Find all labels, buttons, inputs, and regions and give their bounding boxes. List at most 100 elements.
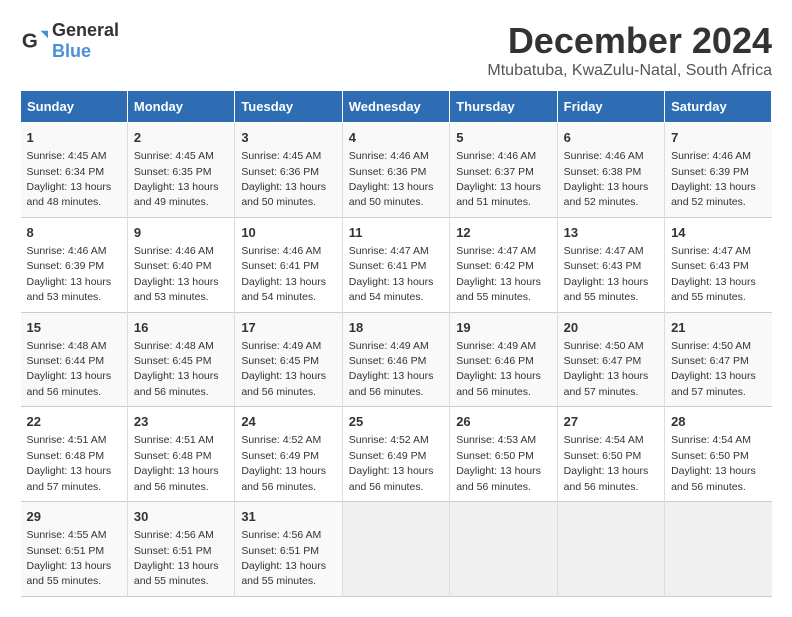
day-number: 31 bbox=[241, 508, 335, 526]
header: G General Blue December 2024 Mtubatuba, … bbox=[20, 20, 772, 80]
header-thursday: Thursday bbox=[450, 91, 557, 123]
week-row-1: 1 Sunrise: 4:45 AMSunset: 6:34 PMDayligh… bbox=[21, 123, 772, 218]
logo-icon: G bbox=[20, 27, 48, 55]
day-number: 13 bbox=[564, 224, 658, 242]
day-info: Sunrise: 4:51 AMSunset: 6:48 PMDaylight:… bbox=[27, 434, 112, 492]
day-info: Sunrise: 4:45 AMSunset: 6:34 PMDaylight:… bbox=[27, 150, 112, 208]
day-info: Sunrise: 4:46 AMSunset: 6:38 PMDaylight:… bbox=[564, 150, 649, 208]
day-number: 20 bbox=[564, 319, 658, 337]
calendar-cell: 6 Sunrise: 4:46 AMSunset: 6:38 PMDayligh… bbox=[557, 123, 664, 218]
day-number: 6 bbox=[564, 129, 658, 147]
day-number: 5 bbox=[456, 129, 550, 147]
day-info: Sunrise: 4:46 AMSunset: 6:36 PMDaylight:… bbox=[349, 150, 434, 208]
calendar-cell: 19 Sunrise: 4:49 AMSunset: 6:46 PMDaylig… bbox=[450, 312, 557, 407]
calendar-cell bbox=[342, 502, 449, 597]
day-number: 15 bbox=[27, 319, 121, 337]
day-info: Sunrise: 4:46 AMSunset: 6:41 PMDaylight:… bbox=[241, 245, 326, 303]
day-info: Sunrise: 4:49 AMSunset: 6:46 PMDaylight:… bbox=[456, 340, 541, 398]
day-number: 16 bbox=[134, 319, 228, 337]
calendar-cell: 1 Sunrise: 4:45 AMSunset: 6:34 PMDayligh… bbox=[21, 123, 128, 218]
day-number: 28 bbox=[671, 413, 765, 431]
day-number: 23 bbox=[134, 413, 228, 431]
day-info: Sunrise: 4:50 AMSunset: 6:47 PMDaylight:… bbox=[671, 340, 756, 398]
calendar-cell: 26 Sunrise: 4:53 AMSunset: 6:50 PMDaylig… bbox=[450, 407, 557, 502]
calendar-cell bbox=[557, 502, 664, 597]
logo: G General Blue bbox=[20, 20, 119, 62]
day-info: Sunrise: 4:47 AMSunset: 6:43 PMDaylight:… bbox=[671, 245, 756, 303]
calendar-cell: 24 Sunrise: 4:52 AMSunset: 6:49 PMDaylig… bbox=[235, 407, 342, 502]
calendar-cell: 12 Sunrise: 4:47 AMSunset: 6:42 PMDaylig… bbox=[450, 217, 557, 312]
day-info: Sunrise: 4:51 AMSunset: 6:48 PMDaylight:… bbox=[134, 434, 219, 492]
week-row-5: 29 Sunrise: 4:55 AMSunset: 6:51 PMDaylig… bbox=[21, 502, 772, 597]
day-number: 29 bbox=[27, 508, 121, 526]
day-info: Sunrise: 4:45 AMSunset: 6:36 PMDaylight:… bbox=[241, 150, 326, 208]
day-number: 8 bbox=[27, 224, 121, 242]
calendar-cell: 4 Sunrise: 4:46 AMSunset: 6:36 PMDayligh… bbox=[342, 123, 449, 218]
day-number: 3 bbox=[241, 129, 335, 147]
title-section: December 2024 Mtubatuba, KwaZulu-Natal, … bbox=[487, 20, 772, 80]
calendar-cell: 21 Sunrise: 4:50 AMSunset: 6:47 PMDaylig… bbox=[665, 312, 772, 407]
day-info: Sunrise: 4:47 AMSunset: 6:42 PMDaylight:… bbox=[456, 245, 541, 303]
header-monday: Monday bbox=[127, 91, 234, 123]
header-tuesday: Tuesday bbox=[235, 91, 342, 123]
calendar-cell: 2 Sunrise: 4:45 AMSunset: 6:35 PMDayligh… bbox=[127, 123, 234, 218]
header-friday: Friday bbox=[557, 91, 664, 123]
calendar-cell: 25 Sunrise: 4:52 AMSunset: 6:49 PMDaylig… bbox=[342, 407, 449, 502]
day-number: 27 bbox=[564, 413, 658, 431]
subtitle: Mtubatuba, KwaZulu-Natal, South Africa bbox=[487, 62, 772, 80]
week-row-4: 22 Sunrise: 4:51 AMSunset: 6:48 PMDaylig… bbox=[21, 407, 772, 502]
day-number: 11 bbox=[349, 224, 443, 242]
day-info: Sunrise: 4:54 AMSunset: 6:50 PMDaylight:… bbox=[564, 434, 649, 492]
calendar-cell: 13 Sunrise: 4:47 AMSunset: 6:43 PMDaylig… bbox=[557, 217, 664, 312]
calendar-cell: 28 Sunrise: 4:54 AMSunset: 6:50 PMDaylig… bbox=[665, 407, 772, 502]
calendar-cell: 22 Sunrise: 4:51 AMSunset: 6:48 PMDaylig… bbox=[21, 407, 128, 502]
logo-general: General bbox=[52, 20, 119, 40]
calendar-cell: 10 Sunrise: 4:46 AMSunset: 6:41 PMDaylig… bbox=[235, 217, 342, 312]
day-info: Sunrise: 4:55 AMSunset: 6:51 PMDaylight:… bbox=[27, 529, 112, 587]
day-info: Sunrise: 4:46 AMSunset: 6:37 PMDaylight:… bbox=[456, 150, 541, 208]
header-saturday: Saturday bbox=[665, 91, 772, 123]
header-sunday: Sunday bbox=[21, 91, 128, 123]
day-info: Sunrise: 4:49 AMSunset: 6:45 PMDaylight:… bbox=[241, 340, 326, 398]
day-number: 24 bbox=[241, 413, 335, 431]
day-info: Sunrise: 4:46 AMSunset: 6:39 PMDaylight:… bbox=[671, 150, 756, 208]
calendar-cell: 9 Sunrise: 4:46 AMSunset: 6:40 PMDayligh… bbox=[127, 217, 234, 312]
day-number: 25 bbox=[349, 413, 443, 431]
calendar-cell: 8 Sunrise: 4:46 AMSunset: 6:39 PMDayligh… bbox=[21, 217, 128, 312]
day-number: 4 bbox=[349, 129, 443, 147]
day-info: Sunrise: 4:48 AMSunset: 6:45 PMDaylight:… bbox=[134, 340, 219, 398]
calendar-cell: 5 Sunrise: 4:46 AMSunset: 6:37 PMDayligh… bbox=[450, 123, 557, 218]
calendar-cell: 30 Sunrise: 4:56 AMSunset: 6:51 PMDaylig… bbox=[127, 502, 234, 597]
day-number: 22 bbox=[27, 413, 121, 431]
calendar-cell: 27 Sunrise: 4:54 AMSunset: 6:50 PMDaylig… bbox=[557, 407, 664, 502]
day-info: Sunrise: 4:52 AMSunset: 6:49 PMDaylight:… bbox=[241, 434, 326, 492]
calendar-cell bbox=[450, 502, 557, 597]
day-number: 12 bbox=[456, 224, 550, 242]
day-info: Sunrise: 4:50 AMSunset: 6:47 PMDaylight:… bbox=[564, 340, 649, 398]
day-number: 9 bbox=[134, 224, 228, 242]
day-info: Sunrise: 4:56 AMSunset: 6:51 PMDaylight:… bbox=[134, 529, 219, 587]
day-number: 26 bbox=[456, 413, 550, 431]
day-number: 10 bbox=[241, 224, 335, 242]
day-number: 1 bbox=[27, 129, 121, 147]
calendar-cell: 11 Sunrise: 4:47 AMSunset: 6:41 PMDaylig… bbox=[342, 217, 449, 312]
header-row: SundayMondayTuesdayWednesdayThursdayFrid… bbox=[21, 91, 772, 123]
calendar-table: SundayMondayTuesdayWednesdayThursdayFrid… bbox=[20, 90, 772, 597]
day-number: 19 bbox=[456, 319, 550, 337]
calendar-cell: 20 Sunrise: 4:50 AMSunset: 6:47 PMDaylig… bbox=[557, 312, 664, 407]
day-info: Sunrise: 4:46 AMSunset: 6:39 PMDaylight:… bbox=[27, 245, 112, 303]
logo-blue: Blue bbox=[52, 41, 91, 61]
week-row-3: 15 Sunrise: 4:48 AMSunset: 6:44 PMDaylig… bbox=[21, 312, 772, 407]
day-info: Sunrise: 4:47 AMSunset: 6:41 PMDaylight:… bbox=[349, 245, 434, 303]
day-number: 14 bbox=[671, 224, 765, 242]
calendar-cell: 14 Sunrise: 4:47 AMSunset: 6:43 PMDaylig… bbox=[665, 217, 772, 312]
svg-text:G: G bbox=[22, 30, 38, 53]
day-info: Sunrise: 4:54 AMSunset: 6:50 PMDaylight:… bbox=[671, 434, 756, 492]
day-info: Sunrise: 4:48 AMSunset: 6:44 PMDaylight:… bbox=[27, 340, 112, 398]
calendar-cell: 17 Sunrise: 4:49 AMSunset: 6:45 PMDaylig… bbox=[235, 312, 342, 407]
day-info: Sunrise: 4:49 AMSunset: 6:46 PMDaylight:… bbox=[349, 340, 434, 398]
day-info: Sunrise: 4:56 AMSunset: 6:51 PMDaylight:… bbox=[241, 529, 326, 587]
main-title: December 2024 bbox=[487, 20, 772, 62]
calendar-cell: 23 Sunrise: 4:51 AMSunset: 6:48 PMDaylig… bbox=[127, 407, 234, 502]
calendar-cell: 18 Sunrise: 4:49 AMSunset: 6:46 PMDaylig… bbox=[342, 312, 449, 407]
